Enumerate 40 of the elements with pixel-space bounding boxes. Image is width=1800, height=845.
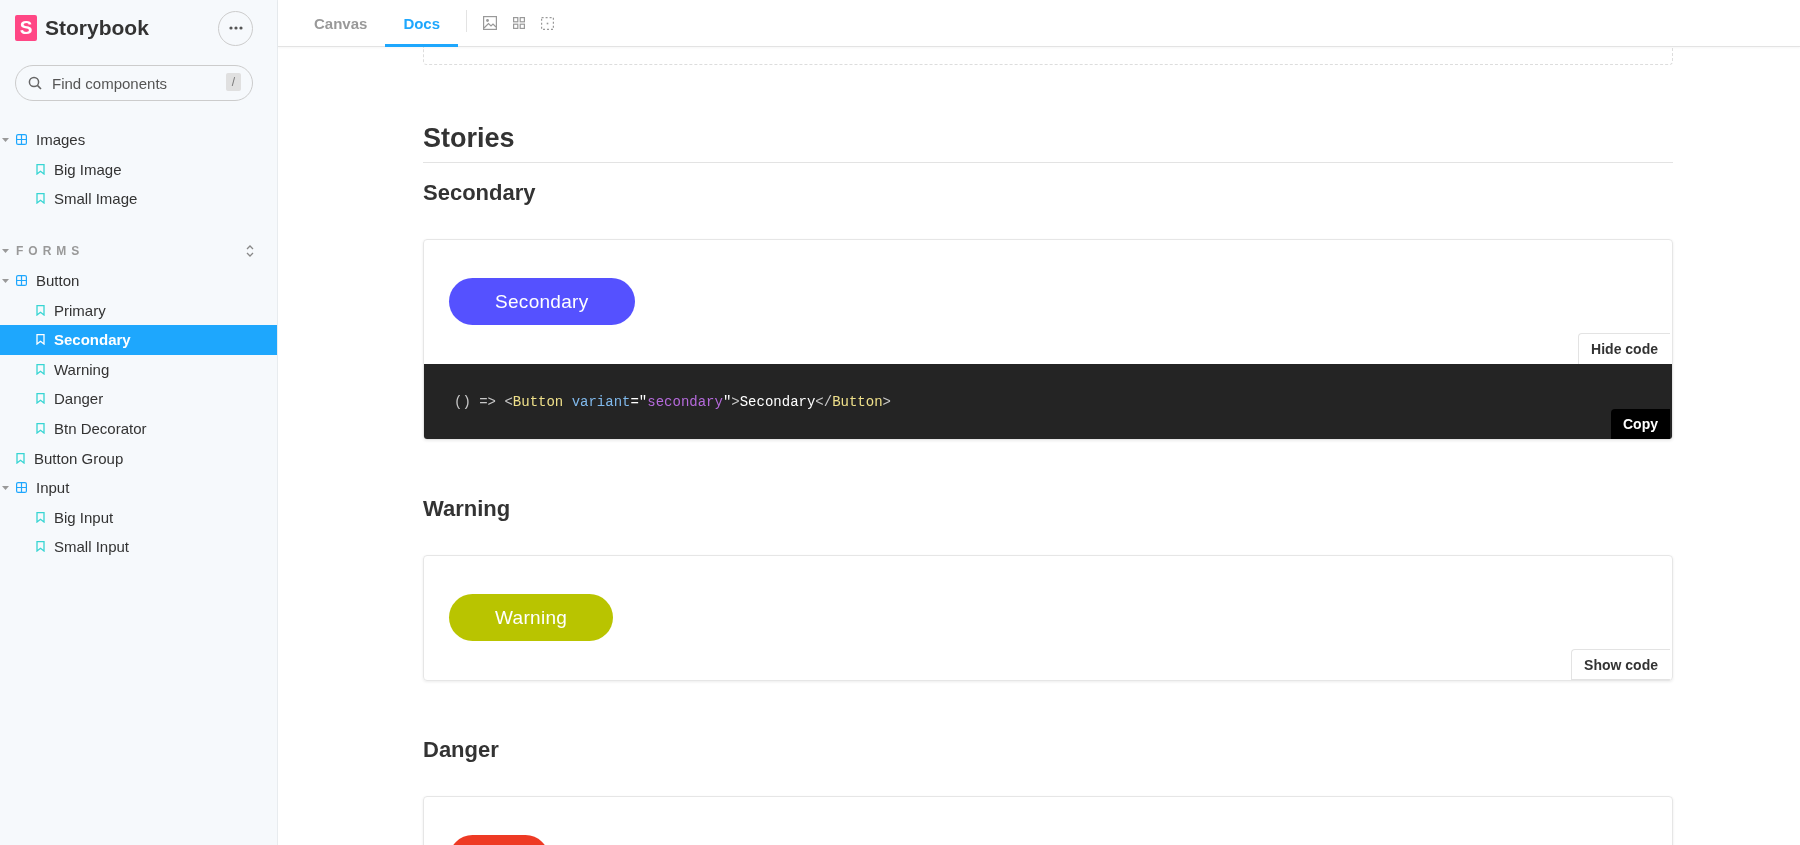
tree-item[interactable]: Big Image: [0, 154, 277, 185]
more-button[interactable]: [218, 10, 253, 46]
code-toggle-button[interactable]: Show code: [1571, 649, 1670, 680]
bookmark-icon: [36, 541, 45, 553]
tree-item[interactable]: Button Group: [0, 443, 277, 473]
tree-item[interactable]: Warning: [0, 354, 277, 385]
story-title: Danger: [423, 736, 500, 764]
bookmark-icon: [36, 304, 45, 316]
bookmark-icon: [36, 363, 45, 375]
bookmark-icon: [16, 452, 25, 464]
tree-item[interactable]: Images: [0, 125, 277, 155]
tree-item[interactable]: Big Input: [0, 502, 277, 533]
tree-item[interactable]: Btn Decorator: [0, 413, 277, 444]
tree-item[interactable]: Input: [0, 472, 277, 503]
tree-item[interactable]: Primary: [0, 295, 277, 325]
expand-collapse-icon[interactable]: [245, 243, 255, 258]
code-toggle-button[interactable]: Hide code: [1578, 333, 1670, 364]
tree-item[interactable]: Button: [0, 265, 277, 296]
story-title: Warning: [423, 495, 512, 523]
bookmark-icon: [36, 393, 45, 405]
tree-item[interactable]: Danger: [0, 384, 277, 414]
bookmark-icon: [36, 511, 45, 523]
component-icon: [16, 482, 27, 494]
bookmark-icon: [36, 423, 45, 435]
bookmark-icon: [36, 334, 45, 346]
section-heading: Stories: [423, 122, 1673, 163]
component-icon: [16, 275, 27, 287]
code-line: () => <Button variant="secondary">Secondary</Button>: [454, 393, 891, 410]
ellipsis-icon: [228, 26, 243, 30]
logo-icon: S: [15, 15, 37, 41]
copy-button[interactable]: Copy: [1611, 409, 1670, 439]
story-title: Secondary: [423, 179, 537, 207]
bookmark-icon: [36, 193, 45, 205]
brand-name: Storybook: [45, 16, 149, 40]
bookmark-icon: [36, 163, 45, 175]
story-button[interactable]: Secondary: [449, 278, 635, 325]
tree-item[interactable]: Small Input: [0, 532, 277, 562]
component-icon: [16, 134, 27, 146]
caret-icon[interactable]: [2, 248, 9, 253]
tree-item[interactable]: Small Image: [0, 184, 277, 214]
